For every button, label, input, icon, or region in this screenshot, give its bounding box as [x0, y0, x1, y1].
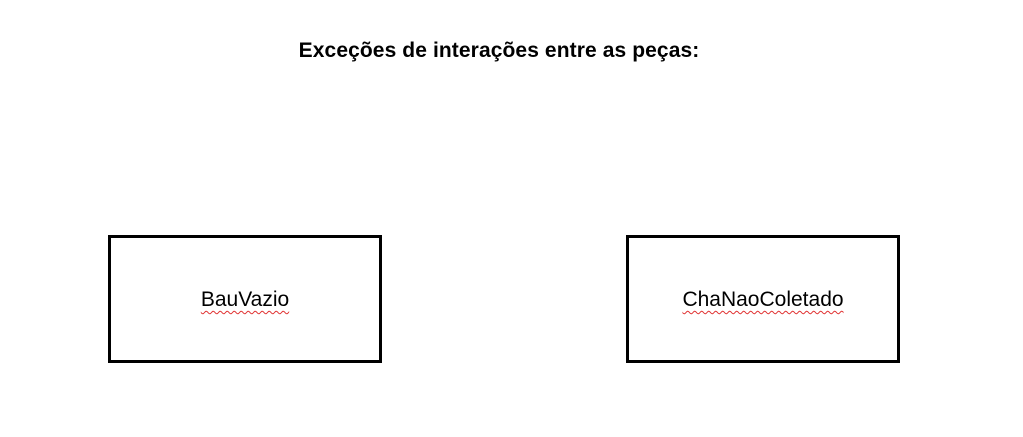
box-cha-nao-coletado[interactable]: ChaNaoColetado — [626, 235, 900, 363]
diagram-title: Exceções de interações entre as peças: — [298, 39, 700, 62]
box-label: ChaNaoColetado — [682, 288, 844, 311]
box-bau-vazio[interactable]: BauVazio — [108, 235, 382, 363]
box-label: BauVazio — [200, 288, 290, 311]
